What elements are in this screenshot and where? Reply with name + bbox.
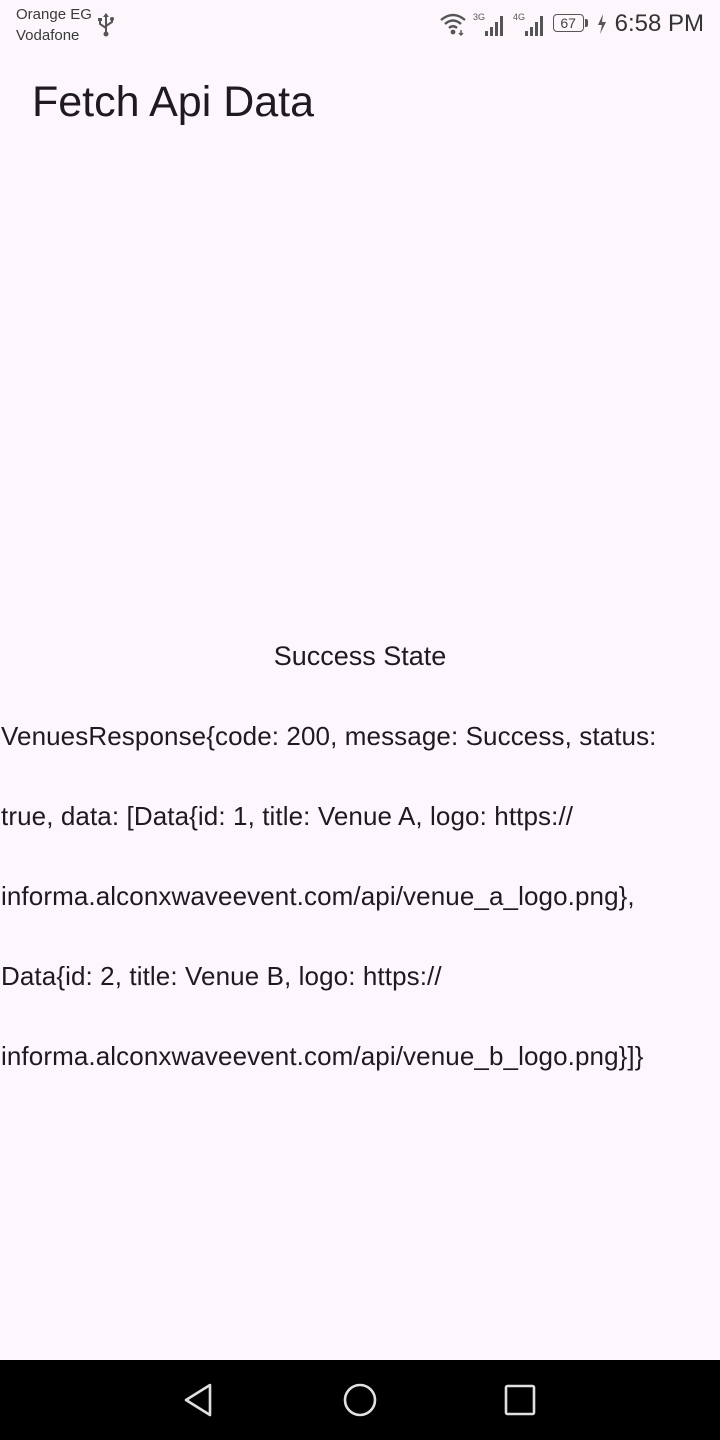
carrier-1-label: Orange EG <box>16 6 92 23</box>
recent-apps-icon[interactable] <box>500 1380 540 1420</box>
response-line: informa.alconxwaveevent.com/api/venue_b_… <box>1 1041 644 1071</box>
state-label: Success State <box>273 641 447 671</box>
network-2-label: 4G <box>513 12 525 22</box>
signal-4g-icon: 4G <box>513 12 543 36</box>
screen: Orange EG Vodafone 3G 4G 67 6:58 PM Fetc… <box>0 0 720 1440</box>
response-line: Data{id: 2, title: Venue B, logo: https:… <box>1 961 442 991</box>
charging-icon <box>597 14 606 34</box>
battery-level: 67 <box>552 14 584 32</box>
status-bar: Orange EG Vodafone 3G 4G 67 6:58 PM <box>0 0 720 50</box>
back-icon[interactable] <box>180 1380 220 1420</box>
battery-icon: 67 <box>552 14 591 34</box>
wifi-icon <box>439 13 466 36</box>
response-text: VenuesResponse{code: 200, message: Succe… <box>0 676 720 1116</box>
carrier-info: Orange EG Vodafone <box>16 4 92 46</box>
navigation-bar <box>0 1360 720 1440</box>
signal-3g-icon: 3G <box>473 12 503 36</box>
status-icons: 3G 4G 67 6:58 PM <box>439 8 704 40</box>
response-line: VenuesResponse{code: 200, message: Succe… <box>1 721 657 751</box>
network-1-label: 3G <box>473 12 485 22</box>
response-line: informa.alconxwaveevent.com/api/venue_a_… <box>1 881 635 911</box>
home-icon[interactable] <box>340 1380 380 1420</box>
usb-icon <box>98 13 114 37</box>
response-line: true, data: [Data{id: 1, title: Venue A,… <box>1 801 574 831</box>
carrier-2-label: Vodafone <box>16 27 80 44</box>
main-content: Success State VenuesResponse{code: 200, … <box>0 636 720 1116</box>
clock: 6:58 PM <box>614 10 704 37</box>
app-bar: Fetch Api Data <box>0 56 720 152</box>
page-title: Fetch Api Data <box>32 78 315 126</box>
